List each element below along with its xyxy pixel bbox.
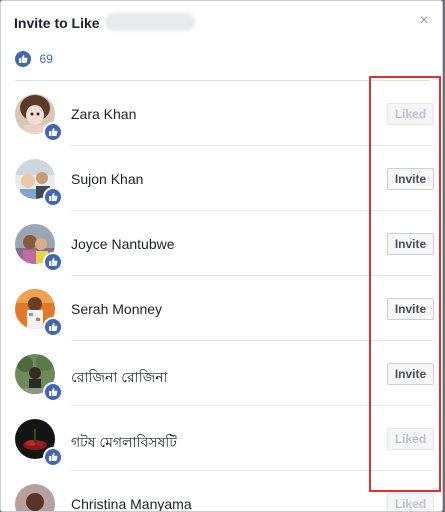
thumbs-up-icon	[43, 382, 63, 402]
liked-button: Liked	[387, 103, 434, 125]
thumbs-up-icon	[43, 252, 63, 272]
invite-to-like-dialog: Invite to Like × 69 Zara Khan Liked Sujo…	[0, 0, 443, 512]
close-button[interactable]: ×	[416, 13, 432, 29]
thumbs-up-icon	[43, 447, 63, 467]
person-name[interactable]: Joyce Nantubwe	[71, 236, 175, 252]
list-item: রোজিনা রোজিনা Invite	[1, 341, 442, 406]
thumbs-up-icon	[43, 187, 63, 207]
person-name[interactable]: Sujon Khan	[71, 171, 143, 187]
list-item: Zara Khan Liked	[1, 81, 442, 146]
thumbs-up-icon	[15, 50, 31, 67]
thumbs-up-icon	[43, 122, 63, 142]
blurred-page-name	[105, 13, 195, 31]
invite-button[interactable]: Invite	[387, 363, 434, 385]
like-count: 69	[39, 51, 53, 66]
friend-list: Zara Khan Liked Sujon Khan Invite Joyce …	[1, 81, 442, 511]
liked-button: Liked	[387, 493, 434, 511]
person-name[interactable]: গটষ মেগলাবিসষটি	[71, 431, 177, 455]
person-name[interactable]: Serah Monney	[71, 301, 162, 317]
avatar[interactable]	[15, 484, 55, 511]
person-name[interactable]: রোজিনা রোজিনা	[71, 366, 168, 390]
dialog-header: Invite to Like ×	[1, 1, 442, 41]
liked-button: Liked	[387, 428, 434, 450]
invite-button[interactable]: Invite	[387, 233, 434, 255]
list-item: Sujon Khan Invite	[1, 146, 442, 211]
thumbs-up-icon	[43, 317, 63, 337]
list-item: Christina Manyama Liked	[1, 471, 442, 511]
list-item: Serah Monney Invite	[1, 276, 442, 341]
invite-button[interactable]: Invite	[387, 168, 434, 190]
dialog-title: Invite to Like	[14, 15, 100, 31]
person-name[interactable]: Christina Manyama	[71, 496, 192, 511]
invite-button[interactable]: Invite	[387, 298, 434, 320]
like-count-summary: 69	[15, 50, 53, 68]
list-item: Joyce Nantubwe Invite	[1, 211, 442, 276]
person-name[interactable]: Zara Khan	[71, 106, 136, 122]
list-item: গটষ মেগলাবিসষটি Liked	[1, 406, 442, 471]
